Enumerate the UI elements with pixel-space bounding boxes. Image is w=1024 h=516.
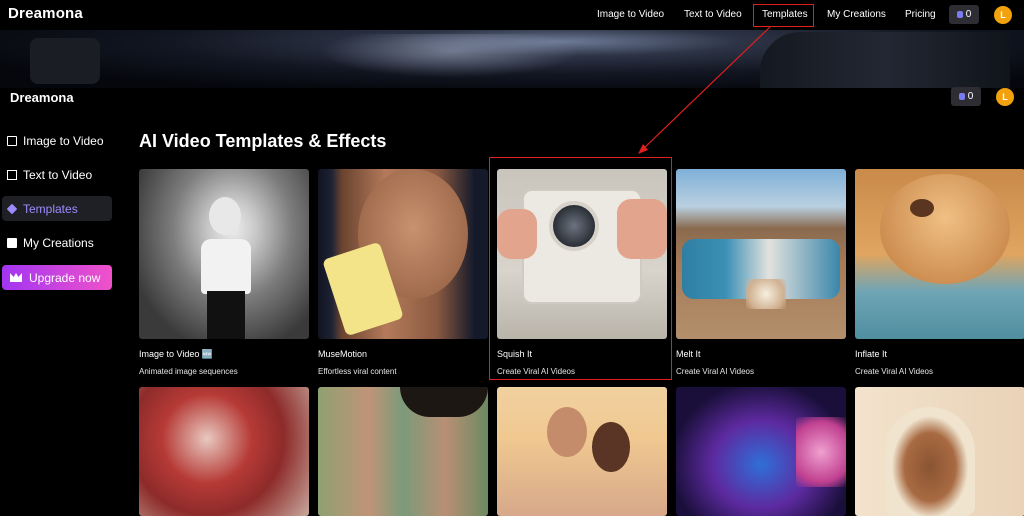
sidebar-item-templates[interactable]: Templates (2, 196, 112, 221)
coin-icon (956, 11, 963, 18)
user-avatar[interactable]: L (994, 6, 1012, 24)
template-thumbnail[interactable] (318, 169, 488, 339)
card-subtitle: Create Viral AI Videos (676, 367, 754, 376)
template-card-inflate-it[interactable]: Inflate It Create Viral AI Videos (855, 169, 1024, 376)
sub-brand-logo[interactable]: Dreamona (10, 90, 74, 105)
sidebar-item-my-creations[interactable]: My Creations (2, 230, 112, 255)
template-thumbnail[interactable] (855, 169, 1024, 339)
top-navbar: Dreamona Image to Video Text to Video Te… (0, 0, 1024, 30)
sidebar-item-text-to-video[interactable]: Text to Video (2, 162, 112, 187)
space-banner (0, 30, 1024, 88)
template-thumbnail[interactable] (139, 387, 309, 516)
nav-text-to-video[interactable]: Text to Video (684, 9, 742, 20)
crown-icon (10, 273, 22, 282)
squish-it-highlight-box (489, 157, 672, 380)
template-card-melt-it[interactable]: Melt It Create Viral AI Videos (676, 169, 846, 376)
sub-credits-badge[interactable]: 0 (951, 87, 981, 106)
page-title: AI Video Templates & Effects (139, 131, 387, 151)
templates-highlight-box (753, 4, 814, 27)
folder-icon (7, 237, 17, 248)
template-thumbnail[interactable] (497, 387, 667, 516)
credits-badge[interactable]: 0 (949, 5, 979, 24)
template-card-row2-1[interactable] (139, 387, 309, 516)
sub-user-avatar[interactable]: L (996, 88, 1014, 106)
text-icon (7, 169, 17, 180)
card-title: Inflate It (855, 349, 888, 359)
template-card-musemotion[interactable]: MuseMotion Effortless viral content (318, 169, 488, 376)
coin-icon (958, 93, 965, 100)
template-thumbnail[interactable] (318, 387, 488, 516)
layers-icon (6, 203, 18, 214)
template-thumbnail[interactable] (676, 169, 846, 339)
sidebar-item-label: Image to Video (23, 133, 104, 148)
template-card-row2-2[interactable] (318, 387, 488, 516)
sidebar-item-image-to-video[interactable]: Image to Video (2, 128, 112, 153)
sub-header (0, 88, 1024, 114)
upgrade-button[interactable]: Upgrade now (2, 265, 112, 290)
card-title: Image to Video 🆕 (139, 349, 214, 359)
nav-image-to-video[interactable]: Image to Video (597, 9, 664, 20)
brand-logo[interactable]: Dreamona (8, 5, 83, 22)
template-thumbnail[interactable] (855, 387, 1024, 516)
sidebar-item-label: Text to Video (23, 167, 93, 182)
upgrade-label: Upgrade now (29, 270, 101, 285)
image-icon (7, 135, 17, 146)
template-card-row2-5[interactable] (855, 387, 1024, 516)
nav-pricing[interactable]: Pricing (905, 9, 936, 20)
sidebar-item-label: Templates (23, 201, 78, 216)
template-thumbnail[interactable] (139, 169, 309, 339)
card-title: Melt It (676, 349, 701, 359)
card-subtitle: Effortless viral content (318, 367, 397, 376)
template-card-row2-3[interactable] (497, 387, 667, 516)
credits-count: 0 (965, 9, 972, 20)
card-subtitle: Create Viral AI Videos (855, 367, 933, 376)
sidebar-item-label: My Creations (23, 235, 94, 250)
card-subtitle: Animated image sequences (139, 367, 238, 376)
template-card-image-to-video[interactable]: Image to Video 🆕 Animated image sequence… (139, 169, 309, 376)
template-card-row2-4[interactable] (676, 387, 846, 516)
sub-credits-count: 0 (967, 91, 974, 102)
template-thumbnail[interactable] (676, 387, 846, 516)
nav-my-creations[interactable]: My Creations (827, 9, 886, 20)
card-title: MuseMotion (318, 349, 368, 359)
